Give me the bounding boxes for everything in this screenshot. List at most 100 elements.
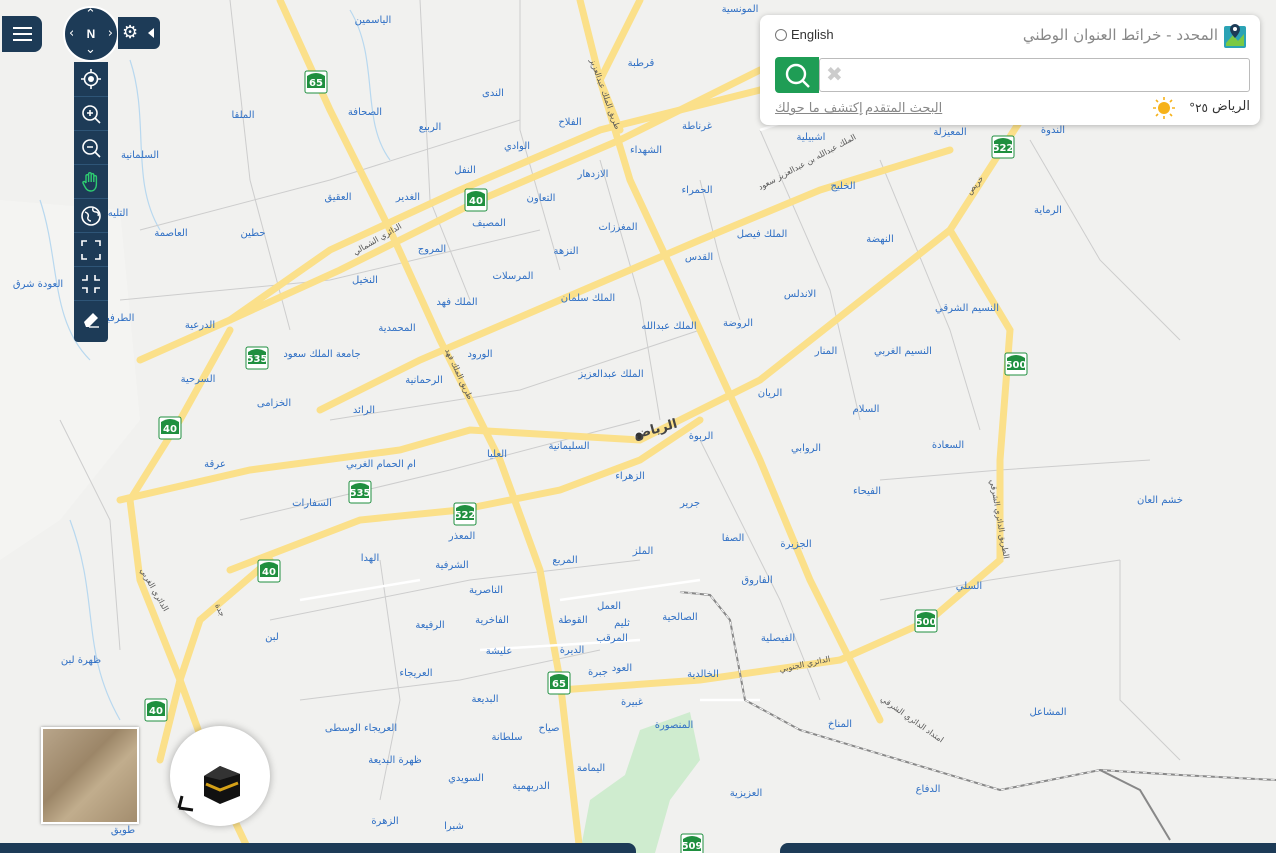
district-label[interactable]: الدرعية [185, 320, 215, 331]
district-label[interactable]: الناصرية [469, 585, 503, 596]
district-label[interactable]: المعيزلة [933, 127, 966, 138]
fullscreen-button[interactable] [74, 232, 108, 266]
district-label[interactable]: النزهة [554, 246, 579, 257]
search-button[interactable] [775, 57, 819, 93]
district-label[interactable]: التليه [108, 208, 129, 219]
district-label[interactable]: ظهرة لبن [61, 655, 101, 666]
district-label[interactable]: ام الحمام الغربي [346, 459, 416, 470]
district-label[interactable]: القدس [685, 252, 713, 263]
district-label[interactable]: الخزامى [257, 398, 291, 409]
district-label[interactable]: الدريهمية [512, 781, 549, 792]
district-label[interactable]: الروابي [791, 443, 821, 454]
district-label[interactable]: الندوة [1041, 125, 1065, 136]
district-label[interactable]: الملك عبدالله [641, 321, 696, 332]
district-label[interactable]: الزهرة [371, 816, 398, 827]
district-label[interactable]: الخليج [830, 181, 855, 192]
district-label[interactable]: السويدي [448, 773, 484, 784]
district-label[interactable]: السلي [956, 581, 982, 592]
district-label[interactable]: المشاعل [1029, 707, 1066, 718]
district-label[interactable]: المونسية [722, 4, 759, 15]
district-label[interactable]: لبن [265, 632, 279, 643]
district-label[interactable]: ظهرة البديعة [368, 755, 422, 766]
district-label[interactable]: الخالدية [687, 669, 719, 680]
district-label[interactable]: الحمراء [681, 185, 712, 196]
district-label[interactable]: قرطبة [628, 58, 655, 69]
district-label[interactable]: العزيزية [730, 788, 763, 799]
district-label[interactable]: السليمانية [548, 441, 589, 452]
district-label[interactable]: العمل [597, 601, 621, 612]
district-label[interactable]: الشرفية [435, 560, 468, 571]
district-label[interactable]: الرماية [1034, 205, 1062, 216]
locate-button[interactable] [74, 62, 108, 96]
district-label[interactable]: النهضة [866, 234, 894, 245]
menu-button[interactable] [2, 16, 42, 52]
district-label[interactable]: الريان [758, 388, 783, 399]
district-label[interactable]: الربوة [689, 431, 714, 442]
zoom-in-button[interactable] [74, 96, 108, 130]
district-label[interactable]: الياسمين [355, 15, 392, 26]
district-label[interactable]: الفيحاء [853, 486, 881, 497]
district-label[interactable]: الصالحية [662, 612, 697, 623]
settings-button[interactable]: ⚙ [118, 17, 160, 49]
district-label[interactable]: المرقب [596, 633, 628, 644]
exit-fullscreen-button[interactable] [74, 266, 108, 300]
qibla-button[interactable] [170, 726, 270, 826]
district-label[interactable]: المربع [552, 555, 577, 566]
clear-search-icon[interactable]: ✖ [826, 62, 843, 86]
district-label[interactable]: العقيق [324, 192, 351, 203]
district-label[interactable]: اشبيلية [797, 132, 826, 143]
district-label[interactable]: المحمدية [378, 323, 415, 334]
district-label[interactable]: السرحية [181, 374, 216, 385]
district-label[interactable]: الوادي [504, 141, 530, 152]
district-label[interactable]: الروضة [723, 318, 753, 329]
district-label[interactable]: جامعة الملك سعود [283, 349, 360, 360]
eraser-button[interactable] [74, 300, 108, 334]
district-label[interactable]: المنصورة [655, 720, 694, 731]
district-label[interactable]: طويق [111, 825, 135, 836]
district-label[interactable]: القوطة [558, 615, 587, 626]
district-label[interactable]: العريجاء الوسطى [325, 723, 397, 734]
pan-button[interactable] [74, 164, 108, 198]
district-label[interactable]: الاندلس [784, 289, 816, 300]
district-label[interactable]: المرسلات [493, 271, 534, 282]
district-label[interactable]: الربيع [419, 122, 441, 133]
district-label[interactable]: العريجاء [399, 668, 432, 679]
district-label[interactable]: الملك عبدالعزيز [577, 369, 643, 380]
district-label[interactable]: الزهراء [615, 471, 645, 482]
district-label[interactable]: السلام [853, 404, 880, 415]
district-label[interactable]: العاصمة [154, 228, 187, 239]
district-label[interactable]: سلطانة [491, 732, 522, 743]
district-label[interactable]: الديرة [560, 645, 585, 656]
district-label[interactable]: العود [612, 663, 632, 674]
district-label[interactable]: الازدهار [577, 169, 609, 180]
district-label[interactable]: العليا [487, 449, 507, 460]
district-label[interactable]: اليمامة [577, 763, 605, 774]
advanced-search-link[interactable]: البحث المتقدم [865, 101, 942, 116]
district-label[interactable]: غرناطة [682, 121, 712, 132]
district-label[interactable]: البديعة [471, 694, 498, 705]
district-label[interactable]: الملك سلمان [561, 293, 615, 304]
district-label[interactable]: غبيرة [621, 697, 643, 708]
district-label[interactable]: السفارات [292, 498, 332, 509]
district-label[interactable]: الملقا [231, 110, 254, 121]
district-label[interactable]: عليشة [486, 646, 513, 657]
district-label[interactable]: النسيم الغربي [874, 346, 932, 357]
district-label[interactable]: الفيصلية [761, 633, 795, 644]
globe-button[interactable] [74, 198, 108, 232]
zoom-out-button[interactable] [74, 130, 108, 164]
district-label[interactable]: المنار [814, 346, 838, 357]
district-label[interactable]: العودة شرق [13, 279, 63, 290]
district-label[interactable]: الدفاع [916, 784, 941, 795]
language-switch[interactable]: English [775, 27, 834, 42]
district-label[interactable]: النخيل [352, 275, 378, 286]
district-label[interactable]: المصيف [472, 218, 506, 229]
district-label[interactable]: ثليم [614, 618, 630, 629]
district-label[interactable]: حطين [240, 228, 265, 239]
district-label[interactable]: الرحمانية [405, 375, 443, 386]
district-label[interactable]: المغرزات [599, 222, 638, 233]
compass-control[interactable]: ⌃ ‹ › ⌄ N [63, 6, 119, 62]
district-label[interactable]: الملك فهد [436, 297, 477, 308]
district-label[interactable]: الصحافة [348, 107, 382, 118]
district-label[interactable]: الجزيرة [780, 539, 811, 550]
district-label[interactable]: المروج [418, 244, 446, 255]
